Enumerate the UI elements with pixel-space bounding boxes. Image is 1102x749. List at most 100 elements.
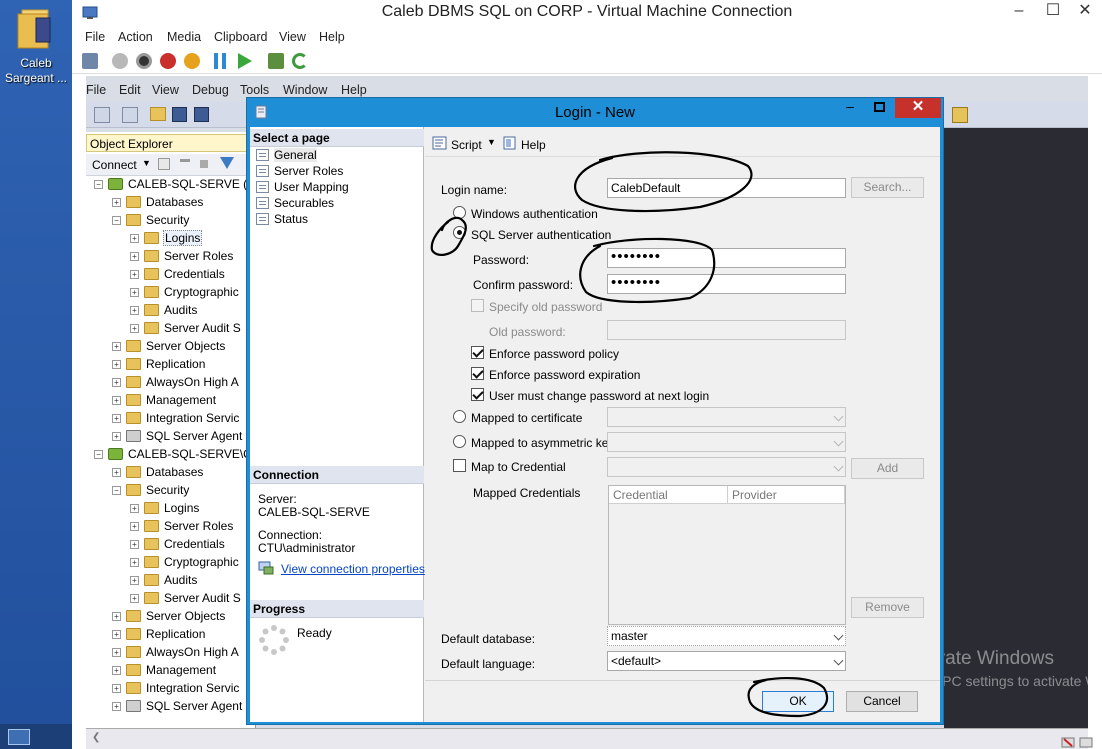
stop-icon[interactable] [200,160,208,168]
filter-icon[interactable] [220,157,234,169]
cancel-button[interactable]: Cancel [846,691,918,712]
map-credential-checkbox[interactable] [453,459,466,472]
collapse-icon[interactable]: − [94,450,103,459]
collapse-icon[interactable]: − [112,216,121,225]
expand-icon[interactable]: + [130,504,139,513]
expand-icon[interactable]: + [130,252,139,261]
connect-object-icon[interactable] [158,158,170,170]
ctrl-alt-del-icon[interactable] [82,53,98,69]
default-language-combo[interactable]: <default> [607,651,846,671]
vm-menu-media[interactable]: Media [167,30,201,44]
chevron-down-icon[interactable]: ▼ [487,137,496,147]
script-button[interactable]: Script [451,138,482,152]
login-name-input[interactable]: CalebDefault [607,178,846,198]
close-icon[interactable]: ✕ [895,98,941,118]
vm-menu-clipboard[interactable]: Clipboard [214,30,268,44]
close-icon[interactable]: ✕ [1068,0,1102,24]
remove-button[interactable]: Remove [851,597,924,618]
mapped-asym-radio[interactable] [453,435,466,448]
maximize-icon[interactable]: ☐ [1036,0,1070,24]
expand-icon[interactable]: + [112,342,121,351]
expand-icon[interactable]: + [112,666,121,675]
ssms-menu-window[interactable]: Window [283,83,327,97]
certificate-combo[interactable] [607,407,846,427]
expand-icon[interactable]: + [112,414,121,423]
ssms-menu-help[interactable]: Help [341,83,367,97]
turn-off-icon[interactable] [136,53,152,69]
asymmetric-key-combo[interactable] [607,432,846,452]
old-password-input[interactable] [607,320,846,340]
collapse-icon[interactable]: − [94,180,103,189]
toolbar-options-icon[interactable] [952,107,968,123]
expand-icon[interactable]: + [112,468,121,477]
checkpoint-icon[interactable] [268,53,284,69]
expand-icon[interactable]: + [130,324,139,333]
desktop-icon-label[interactable]: Caleb Sargeant ... [2,56,70,86]
expand-icon[interactable]: + [130,522,139,531]
vm-menu-action[interactable]: Action [118,30,153,44]
start-icon[interactable] [112,53,128,69]
grid-header-credential[interactable]: Credential [609,486,728,504]
must-change-checkbox[interactable] [471,388,484,401]
expand-icon[interactable]: + [112,630,121,639]
script-icon[interactable] [432,136,448,150]
maximize-icon[interactable] [865,98,895,118]
expand-icon[interactable]: + [130,234,139,243]
specify-old-password-checkbox[interactable] [471,299,484,312]
vm-title-bar[interactable]: Caleb DBMS SQL on CORP - Virtual Machine… [72,0,1102,26]
search-button[interactable]: Search... [851,177,924,198]
add-button[interactable]: Add [851,458,924,479]
save-state-icon[interactable] [184,53,200,69]
save-icon[interactable] [172,107,187,122]
vm-taskbar-icon[interactable] [8,729,30,745]
tray-network-icon[interactable] [1060,736,1096,749]
enforce-expiration-checkbox[interactable] [471,367,484,380]
new-item-icon[interactable] [122,107,138,123]
save-all-icon[interactable] [194,107,209,122]
password-input[interactable]: •••••••• [607,248,846,268]
ok-button[interactable]: OK [762,691,834,712]
expand-icon[interactable]: + [112,612,121,621]
disconnect-icon[interactable] [180,159,190,162]
vm-menu-file[interactable]: File [85,30,105,44]
expand-icon[interactable]: + [130,288,139,297]
shutdown-icon[interactable] [160,53,176,69]
expand-icon[interactable]: + [130,594,139,603]
expand-icon[interactable]: + [130,540,139,549]
expand-icon[interactable]: + [112,432,121,441]
ssms-menu-debug[interactable]: Debug [192,83,229,97]
ssms-menu-file[interactable]: File [86,83,106,97]
vm-menu-view[interactable]: View [279,30,306,44]
expand-icon[interactable]: + [130,558,139,567]
expand-icon[interactable]: + [112,396,121,405]
help-icon[interactable] [503,136,517,150]
expand-icon[interactable]: + [112,684,121,693]
folder-icon[interactable] [14,4,58,52]
confirm-password-input[interactable]: •••••••• [607,274,846,294]
new-query-icon[interactable] [94,107,110,123]
windows-auth-radio[interactable] [453,206,466,219]
minimize-icon[interactable]: – [1002,0,1036,24]
expand-icon[interactable]: + [112,702,121,711]
collapse-icon[interactable]: − [112,486,121,495]
open-file-icon[interactable] [150,107,166,121]
enforce-policy-checkbox[interactable] [471,346,484,359]
ssms-menu-edit[interactable]: Edit [119,83,141,97]
expand-icon[interactable]: + [112,378,121,387]
resume-icon[interactable] [238,53,252,69]
expand-icon[interactable]: + [130,306,139,315]
help-button[interactable]: Help [521,138,546,152]
default-database-combo[interactable]: master [607,626,846,646]
view-connection-properties-link[interactable]: View connection properties [281,563,425,576]
expand-icon[interactable]: + [112,648,121,657]
chevron-down-icon[interactable]: ▼ [142,158,151,168]
vm-menu-help[interactable]: Help [319,30,345,44]
dialog-title-bar[interactable]: Login - New – ✕ [247,98,943,127]
pause-icon[interactable] [214,53,226,69]
minimize-icon[interactable]: – [835,98,865,118]
credential-combo[interactable] [607,457,846,477]
horizontal-scrollbar[interactable]: ❮ [86,728,1088,749]
scroll-left-icon[interactable]: ❮ [92,732,100,743]
mapped-cert-radio[interactable] [453,410,466,423]
expand-icon[interactable]: + [130,576,139,585]
